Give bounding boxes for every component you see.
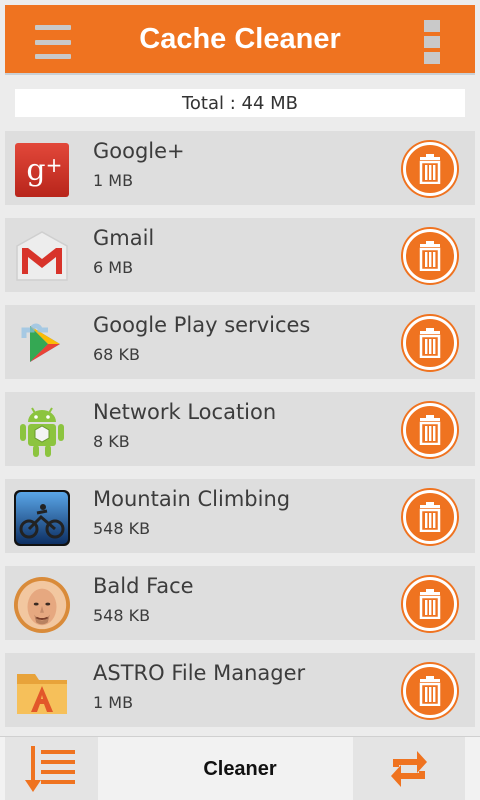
cache-size: 68 KB xyxy=(93,345,140,364)
app-name: Google Play services xyxy=(93,313,311,337)
app-name: Bald Face xyxy=(93,574,194,598)
bald-face-icon xyxy=(13,576,71,634)
app-name: ASTRO File Manager xyxy=(93,661,306,685)
list-item[interactable]: Network Location 8 KB xyxy=(5,392,475,466)
delete-cache-button[interactable] xyxy=(403,403,457,457)
list-item[interactable]: Gmail 6 MB xyxy=(5,218,475,292)
sort-list-icon xyxy=(24,746,75,792)
bottom-bar: Cleaner xyxy=(0,736,480,800)
refresh-icon xyxy=(391,751,427,787)
list-item[interactable]: ASTRO File Manager 1 MB xyxy=(5,653,475,727)
cache-size: 548 KB xyxy=(93,519,151,538)
astro-folder-icon xyxy=(13,663,71,721)
sort-button[interactable] xyxy=(5,737,98,800)
total-size-label: Total : 44 MB xyxy=(15,89,465,117)
refresh-button[interactable] xyxy=(353,737,465,800)
delete-cache-button[interactable] xyxy=(403,664,457,718)
trash-icon xyxy=(419,241,441,271)
app-name: Mountain Climbing xyxy=(93,487,291,511)
mountain-climbing-game-icon xyxy=(13,489,71,547)
cache-size: 1 MB xyxy=(93,693,134,712)
list-item[interactable]: Google Play services 68 KB xyxy=(5,305,475,379)
trash-icon xyxy=(419,328,441,358)
trash-icon xyxy=(419,676,441,706)
app-title: Cache Cleaner xyxy=(139,22,341,55)
android-robot-icon xyxy=(13,402,71,460)
gmail-icon xyxy=(13,228,71,286)
trash-icon xyxy=(419,589,441,619)
trash-icon xyxy=(419,415,441,445)
cache-size: 1 MB xyxy=(93,171,134,190)
trash-icon xyxy=(419,502,441,532)
app-bar: Cache Cleaner xyxy=(5,5,475,75)
cache-size: 548 KB xyxy=(93,606,151,625)
list-item[interactable]: Bald Face 548 KB xyxy=(5,566,475,640)
svg-text:+: + xyxy=(46,153,63,177)
app-name: Google+ xyxy=(93,139,185,163)
app-name: Gmail xyxy=(93,226,155,250)
list-item[interactable]: Mountain Climbing 548 KB xyxy=(5,479,475,553)
cache-size: 6 MB xyxy=(93,258,134,277)
current-section-title: Cleaner xyxy=(203,757,277,780)
overflow-menu-icon[interactable] xyxy=(424,20,440,64)
cache-size: 8 KB xyxy=(93,432,130,451)
delete-cache-button[interactable] xyxy=(403,490,457,544)
delete-cache-button[interactable] xyxy=(403,229,457,283)
google-play-services-icon xyxy=(13,315,71,373)
hamburger-menu-icon[interactable] xyxy=(35,25,71,59)
app-name: Network Location xyxy=(93,400,277,424)
delete-cache-button[interactable] xyxy=(403,316,457,370)
delete-cache-button[interactable] xyxy=(403,577,457,631)
svg-text:g: g xyxy=(26,153,45,188)
delete-cache-button[interactable] xyxy=(403,142,457,196)
trash-icon xyxy=(419,154,441,184)
google-plus-icon: g + xyxy=(13,141,71,199)
list-item[interactable]: g + Google+ 1 MB xyxy=(5,131,475,205)
